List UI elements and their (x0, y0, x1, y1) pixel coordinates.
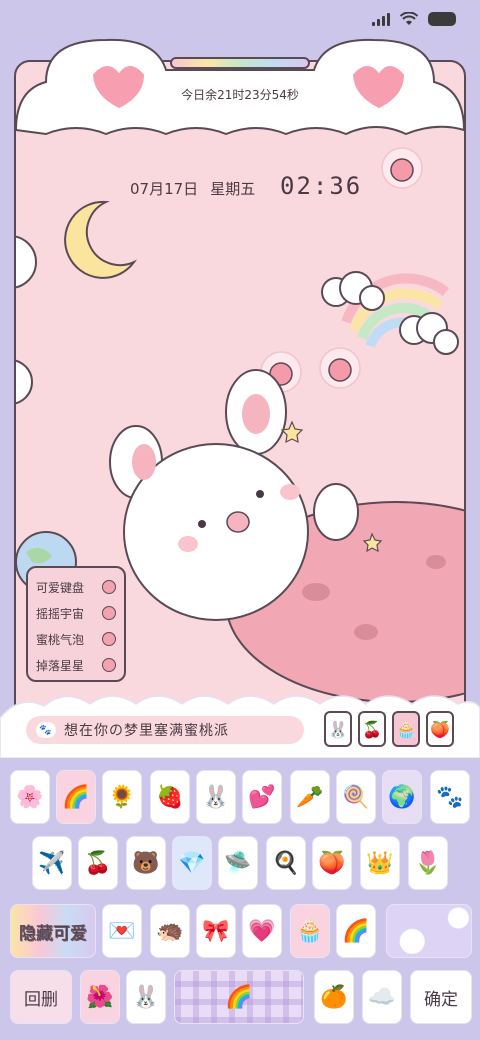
key-diamond-icon[interactable]: 💎 (172, 836, 212, 890)
key-crown-icon[interactable]: 👑 (360, 836, 400, 890)
peach-icon (102, 606, 116, 620)
key-rainbow-icon[interactable]: 🌈 (56, 770, 96, 824)
peach-icon (102, 632, 116, 646)
menu-item-falling-stars[interactable]: 掉落星星 (36, 652, 116, 678)
key-flower-icon[interactable]: 🌸 (10, 770, 50, 824)
space-key[interactable]: 🌈 (174, 970, 304, 1024)
key-cloud-icon[interactable]: ☁️ (362, 970, 402, 1024)
key-hedgehog-icon[interactable]: 🦔 (150, 904, 190, 958)
key-speech-heart-icon[interactable]: 💗 (242, 904, 282, 958)
peach-icon (102, 658, 116, 672)
rainbow-icon: 🌈 (225, 984, 253, 1010)
key-peach-icon[interactable]: 🍑 (312, 836, 352, 890)
paw-icon: 🐾 (36, 722, 56, 738)
date-display: 07月17日 星期五 (130, 178, 255, 199)
peach-icon (102, 580, 116, 594)
date-day: 07月17日 (130, 180, 199, 198)
wifi-icon (400, 12, 418, 25)
cherry-icon[interactable]: 🍒 (358, 711, 386, 747)
date-weekday: 星期五 (210, 180, 256, 198)
key-hearts-icon[interactable]: 💕 (242, 770, 282, 824)
signal-icon (372, 12, 390, 26)
key-cupcake-icon[interactable]: 🧁 (290, 904, 330, 958)
key-egg-icon[interactable]: 🍳 (266, 836, 306, 890)
key-cherry-icon[interactable]: 🍒 (78, 836, 118, 890)
battery-icon (428, 12, 456, 26)
key-planet-icon[interactable]: 🌍 (382, 770, 422, 824)
key-letter-icon[interactable]: 💌 (102, 904, 142, 958)
backspace-key[interactable] (386, 904, 472, 958)
menu-item-label: 摇摇宇宙 (36, 606, 85, 621)
key-paw-icon[interactable]: 🐾 (430, 770, 470, 824)
peach-icon[interactable]: 🍑 (426, 711, 454, 747)
key-airplane-icon[interactable]: ✈️ (32, 836, 72, 890)
keyboard-tiles: 🌸 🌈 🌻 🍓 🐰 💕 🥕 🍭 🌍 🐾 ✈️ 🍒 🐻 💎 🛸 🍳 🍑 👑 🌷 隐… (0, 760, 480, 1040)
key-blossom-icon[interactable]: 🌺 (80, 970, 120, 1024)
menu-item-label: 可爱键盘 (36, 580, 85, 595)
menu-item-label: 掉落星星 (36, 658, 85, 673)
quick-icons: 🐰 🍒 🧁 🍑 (324, 711, 454, 747)
search-bar[interactable]: 🐾 想在你の梦里塞满蜜桃派 (26, 716, 304, 744)
countdown-text: 今日余21时23分54秒 (181, 88, 299, 102)
clock-display: 02:36 (280, 172, 363, 200)
menu-item-peach-bubble[interactable]: 蜜桃气泡 (36, 626, 116, 652)
bunny-icon[interactable]: 🐰 (324, 711, 352, 747)
delete-button[interactable]: 回删 (10, 970, 72, 1024)
key-bear-icon[interactable]: 🐻 (126, 836, 166, 890)
key-bunny-icon[interactable]: 🐰 (196, 770, 236, 824)
cupcake-icon[interactable]: 🧁 (392, 711, 420, 747)
key-sunflower-icon[interactable]: 🌻 (102, 770, 142, 824)
key-rainbow-heart-icon[interactable]: 🌈 (336, 904, 376, 958)
key-bunny-face-icon[interactable]: 🐰 (126, 970, 166, 1024)
key-tulip-icon[interactable]: 🌷 (408, 836, 448, 890)
menu-item-cute-keyboard[interactable]: 可爱键盘 (36, 574, 116, 600)
menu-item-label: 蜜桃气泡 (36, 632, 85, 647)
key-carrot-icon[interactable]: 🥕 (290, 770, 330, 824)
key-bow-icon[interactable]: 🎀 (196, 904, 236, 958)
search-text: 想在你の梦里塞满蜜桃派 (64, 723, 229, 739)
key-orange-icon[interactable]: 🍊 (314, 970, 354, 1024)
key-lollipop-icon[interactable]: 🍭 (336, 770, 376, 824)
cloud-header (14, 38, 466, 136)
menu-item-shake-universe[interactable]: 摇摇宇宙 (36, 600, 116, 626)
hide-cute-button[interactable]: 隐藏可爱 (10, 904, 96, 958)
key-ufo-icon[interactable]: 🛸 (218, 836, 258, 890)
key-strawberry-icon[interactable]: 🍓 (150, 770, 190, 824)
progress-pill (170, 57, 310, 69)
confirm-button[interactable]: 确定 (410, 970, 472, 1024)
effect-menu: 可爱键盘 摇摇宇宙 蜜桃气泡 掉落星星 (26, 566, 126, 682)
